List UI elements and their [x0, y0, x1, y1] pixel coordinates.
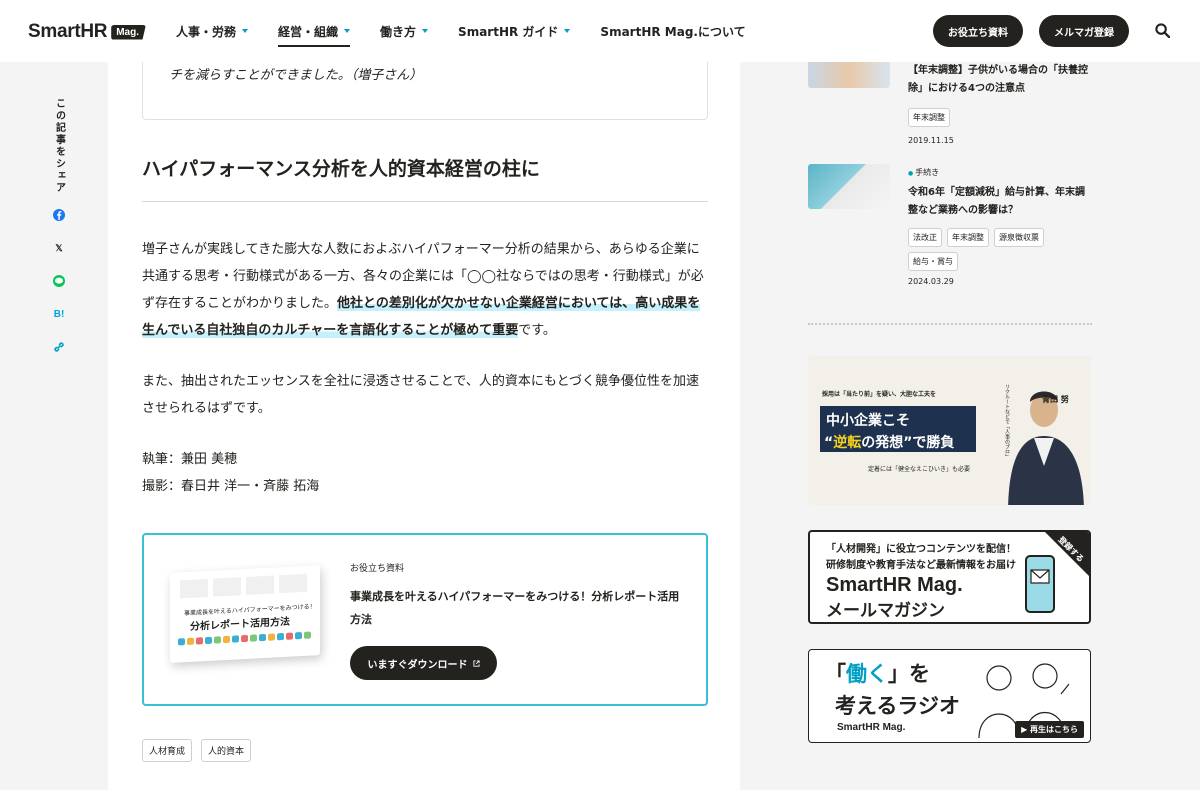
- banner-bottom-text: 定着には「健全なえこひいき」も必要: [868, 466, 971, 473]
- tag-link[interactable]: 給与・賞与: [908, 252, 958, 271]
- banner-line-2b: 逆転: [833, 435, 862, 451]
- related-article-title: 【年末調整】子供がいる場合の「扶養控除」における4つの注意点: [908, 65, 1088, 94]
- nav-label: SmartHR ガイド: [458, 24, 559, 39]
- banner-line-2: 考えるラジオ: [835, 694, 960, 718]
- banner-line-2: 研修制度や教育手法など最新情報をお届け: [826, 560, 1016, 571]
- banner-line-1a: 「: [825, 662, 846, 686]
- quote-text: チを減らすことができました。（増子さん）: [169, 68, 423, 83]
- cta-label: お役立ち資料: [350, 564, 405, 574]
- play-button[interactable]: ▶ 再生はこちら: [1015, 721, 1084, 738]
- tag-link[interactable]: 源泉徴収票: [994, 228, 1044, 247]
- report-thumbnail: 事業成長を叶えるハイパフォーマーをみつける！ 分析レポート活用方法: [170, 565, 320, 663]
- related-article-tags: 年末調整: [908, 108, 1092, 127]
- nav-item-workstyle[interactable]: 働き方: [380, 0, 429, 62]
- related-article-date: 2019.11.15: [908, 136, 954, 145]
- article-main: チを減らすことができました。（増子さん） ハイパフォーマンス分析を人的資本経営の…: [108, 60, 740, 790]
- newsletter-banner[interactable]: 「人材開発」に役立つコンテンツを配信！ 研修制度や教育手法など最新情報をお届け …: [808, 530, 1091, 624]
- logo-text: SmartHR: [28, 21, 108, 42]
- chevron-down-icon: [242, 29, 249, 33]
- banner-line-1c: 」を: [888, 662, 930, 686]
- nav-label: 働き方: [380, 24, 417, 39]
- related-article-tags: 法改正 年末調整 源泉徴収票 給与・賞与: [908, 228, 1092, 271]
- thumbnail-boxes: [180, 573, 307, 599]
- article-credits: 執筆：兼田 美穂 撮影：春日井 洋一・斉藤 拓海: [142, 446, 319, 500]
- tag-link[interactable]: 法改正: [908, 228, 942, 247]
- download-cta-card[interactable]: 事業成長を叶えるハイパフォーマーをみつける！ 分析レポート活用方法 お役立ち資料…: [142, 533, 708, 706]
- banner-line-3: SmartHR Mag.: [826, 574, 963, 596]
- banner-line-1: 中小企業こそ: [826, 413, 910, 429]
- banner-line-1b: 働く: [846, 662, 888, 686]
- section-heading: ハイパフォーマンス分析を人的資本経営の柱に: [142, 158, 540, 180]
- nav-label: 人事・労務: [176, 24, 237, 39]
- banner-vertical-text: リクルートなどで「人事のプロ」: [1004, 384, 1010, 459]
- radio-banner[interactable]: 「働く」を 考えるラジオ SmartHR Mag. ▶ 再生はこちら: [808, 649, 1091, 743]
- logo-badge: Mag.: [111, 24, 146, 40]
- chevron-down-icon: [344, 29, 351, 33]
- banner-logo: SmartHR Mag.: [837, 722, 906, 733]
- related-article-title: 令和6年「定額減税」給与計算、年末調整など業務への影響は？: [908, 187, 1085, 216]
- nav-item-about[interactable]: SmartHR Mag.について: [600, 0, 745, 62]
- banner-line-1: 「人材開発」に役立つコンテンツを配信！: [826, 544, 1016, 555]
- article-paragraph-1: 増子さんが実践してきた膨大な人数におよぶハイパフォーマー分析の結果から、あらゆる…: [142, 236, 708, 344]
- x-icon[interactable]: 𝕏: [52, 241, 66, 255]
- nav-label: 経営・組織: [278, 24, 339, 39]
- nav-item-management[interactable]: 経営・組織: [278, 0, 351, 62]
- thumbnail-avatars: [178, 631, 311, 646]
- download-button-label: いますぐダウンロード: [367, 659, 468, 671]
- external-link-icon: [472, 659, 480, 667]
- heading-divider: [142, 201, 708, 202]
- nav-label: SmartHR Mag.について: [600, 24, 746, 39]
- tag-link[interactable]: 人材育成: [142, 739, 193, 762]
- resources-button[interactable]: お役立ち資料: [933, 15, 1023, 47]
- share-sidebar: この記事をシェア 𝕏 B!: [52, 98, 66, 354]
- facebook-icon[interactable]: [52, 208, 66, 222]
- line-icon[interactable]: [52, 274, 66, 288]
- share-label: この記事をシェア: [53, 98, 65, 194]
- sidebar-divider: [808, 323, 1092, 325]
- writer-credit: 執筆：兼田 美穂: [142, 452, 238, 467]
- paragraph-text-end: です。: [518, 323, 556, 338]
- chevron-down-icon: [564, 29, 571, 33]
- site-header: SmartHR Mag. 人事・労務 経営・組織 働き方 SmartHR ガイド…: [0, 0, 1200, 62]
- main-nav: 人事・労務 経営・組織 働き方 SmartHR ガイド SmartHR Mag.…: [176, 0, 776, 62]
- person-name: 青田 努: [1042, 395, 1069, 404]
- nav-item-hr-labor[interactable]: 人事・労務: [176, 0, 249, 62]
- tag-link[interactable]: 年末調整: [947, 228, 989, 247]
- quote-box: チを減らすことができました。（増子さん）: [142, 60, 708, 120]
- related-article-1[interactable]: 【年末調整】子供がいる場合の「扶養控除」における4つの注意点 年末調整 2019…: [808, 60, 1092, 152]
- related-article-category: 手続き: [908, 167, 939, 178]
- phone-mail-icon: [1025, 555, 1055, 613]
- site-logo[interactable]: SmartHR Mag.: [28, 21, 146, 43]
- related-article-2[interactable]: 手続き 令和6年「定額減税」給与計算、年末調整など業務への影響は？ 法改正 年末…: [808, 164, 1092, 294]
- banner-top-text: 採用は「当たり前」を疑い、大胆な工夫を: [822, 391, 937, 398]
- download-button[interactable]: いますぐダウンロード: [350, 646, 497, 680]
- photographer-credit: 撮影：春日井 洋一・斉藤 拓海: [142, 479, 320, 494]
- article-thumbnail: [808, 60, 890, 88]
- related-article-date: 2024.03.29: [908, 277, 954, 286]
- tag-link[interactable]: 人的資本: [201, 739, 252, 762]
- article-paragraph-2: また、抽出されたエッセンスを全社に浸透させることで、人的資本にもとづく競争優位性…: [142, 374, 700, 416]
- hatena-icon[interactable]: B!: [52, 307, 66, 321]
- newsletter-button[interactable]: メルマガ登録: [1039, 15, 1129, 47]
- banner-line-4: メールマガジン: [826, 601, 945, 621]
- article-tags: 人材育成 人的資本: [142, 739, 252, 762]
- cta-title[interactable]: 事業成長を叶えるハイパフォーマーをみつける！分析レポート活用方法: [350, 585, 690, 631]
- chevron-down-icon: [422, 29, 429, 33]
- search-icon[interactable]: [1155, 23, 1170, 38]
- article-thumbnail: [808, 164, 890, 209]
- nav-item-guide[interactable]: SmartHR ガイド: [458, 0, 571, 62]
- banner-line-2a: “: [824, 435, 834, 451]
- tag-link[interactable]: 年末調整: [908, 108, 950, 127]
- banner-line-2c: の発想”で勝負: [861, 435, 955, 451]
- banner-line-1: 「働く」を: [825, 658, 930, 688]
- link-icon[interactable]: [52, 340, 66, 354]
- banner-line-2: “逆転の発想”で勝負: [824, 432, 954, 452]
- interview-banner[interactable]: 採用は「当たり前」を疑い、大胆な工夫を 中小企業こそ “逆転の発想”で勝負 定着…: [808, 356, 1091, 505]
